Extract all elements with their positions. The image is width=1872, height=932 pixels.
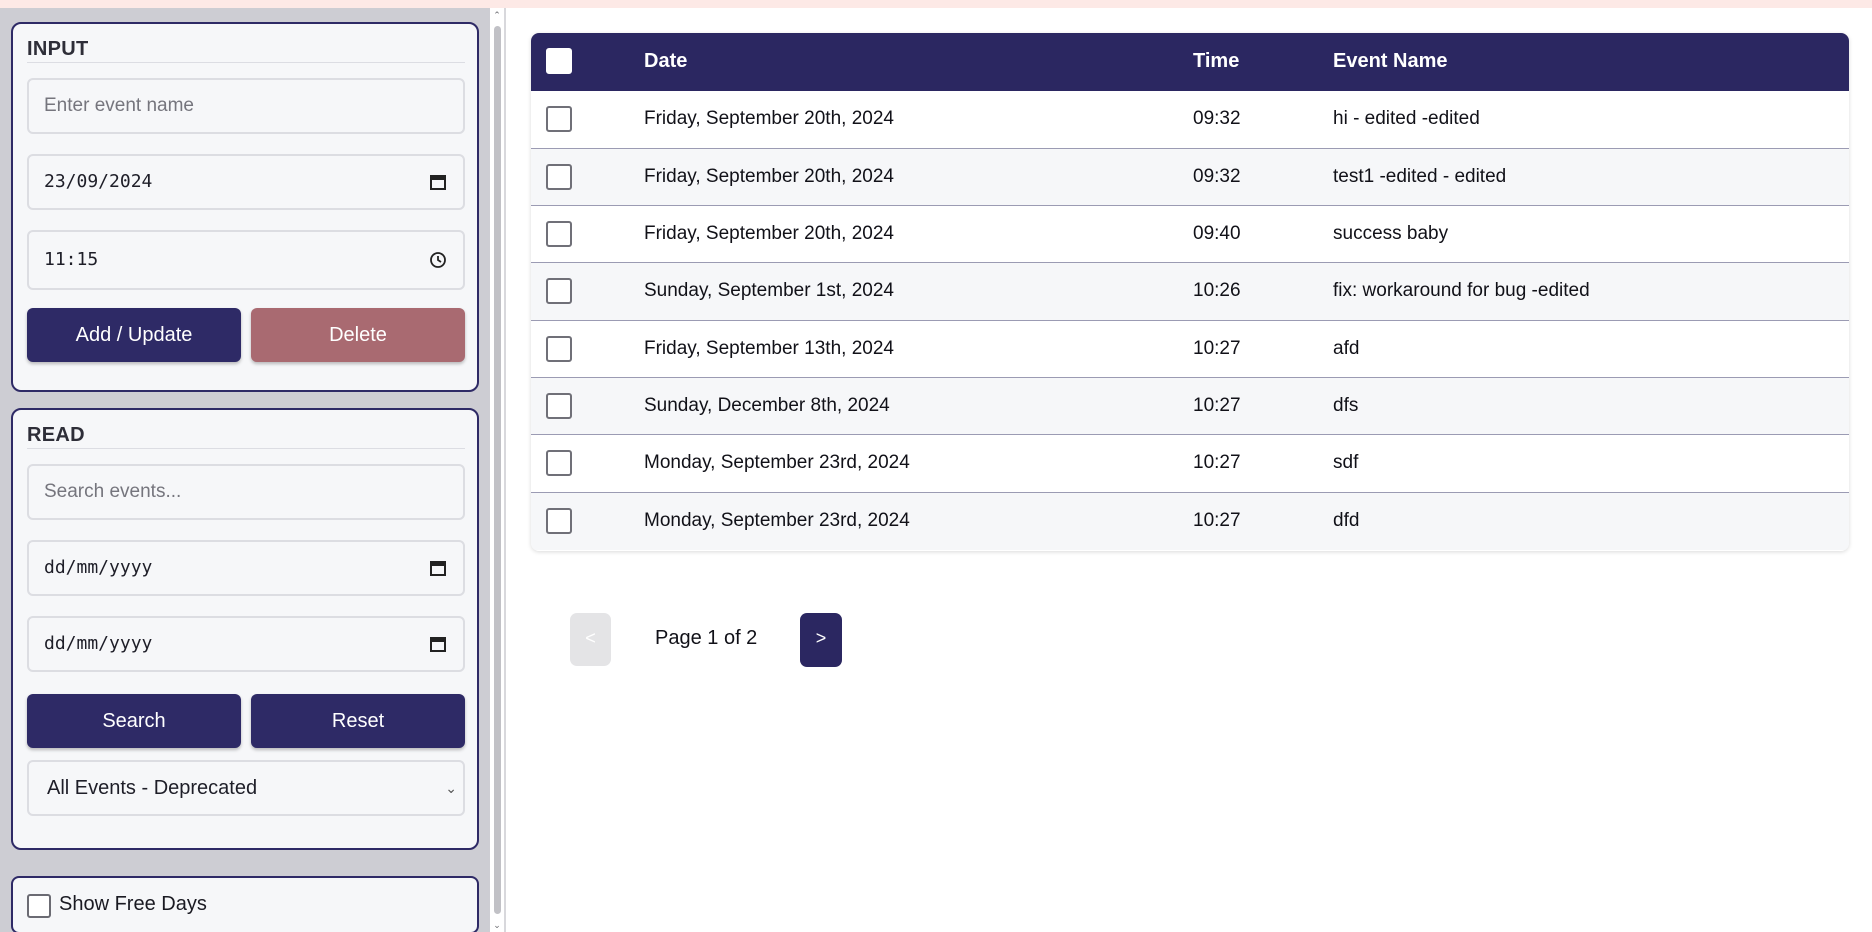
add-update-button[interactable]: Add / Update [27,308,241,362]
table-row[interactable]: Friday, September 20th, 2024 09:40 succe… [531,205,1849,263]
calendar-icon[interactable] [429,173,447,191]
row-event-name: success baby [1333,223,1449,244]
previous-page-button[interactable]: < [570,613,611,666]
row-time: 10:27 [1193,510,1241,531]
column-header-date[interactable]: Date [644,50,687,73]
table-row[interactable]: Monday, September 23rd, 2024 10:27 dfd [531,492,1849,550]
events-table: Date Time Event Name Friday, September 2… [531,33,1849,551]
search-button[interactable]: Search [27,694,241,748]
show-free-days-label: Show Free Days [59,893,207,915]
event-date-value: 23/09/2024 [44,171,153,192]
free-days-panel: Show Free Days [11,876,479,932]
scroll-up-icon[interactable]: ⌃ [492,10,502,20]
scroll-down-icon[interactable]: ⌄ [492,920,502,930]
row-date: Sunday, December 8th, 2024 [644,395,890,416]
row-time: 09:32 [1193,108,1241,129]
select-all-checkbox[interactable] [546,48,572,74]
table-row[interactable]: Sunday, December 8th, 2024 10:27 dfs [531,377,1849,435]
scrollbar-thumb[interactable] [494,26,501,914]
row-event-name: fix: workaround for bug -edited [1333,280,1590,301]
input-panel-title: INPUT [27,38,465,63]
row-event-name: test1 -edited - edited [1333,166,1507,187]
search-input[interactable]: Search events... [27,464,465,520]
page-indicator: Page 1 of 2 [655,627,758,649]
sidebar: INPUT Enter event name 23/09/2024 11:15 … [0,8,490,932]
to-date-input[interactable]: dd/mm/yyyy [27,616,465,672]
from-date-placeholder: dd/mm/yyyy [44,557,153,578]
row-date: Friday, September 13th, 2024 [644,338,894,359]
calendar-icon[interactable] [429,635,447,653]
from-date-input[interactable]: dd/mm/yyyy [27,540,465,596]
to-date-placeholder: dd/mm/yyyy [44,633,153,654]
delete-button[interactable]: Delete [251,308,465,362]
row-event-name: dfs [1333,395,1359,416]
row-time: 09:32 [1193,166,1241,187]
row-event-name: afd [1333,338,1360,359]
row-date: Sunday, September 1st, 2024 [644,280,894,301]
input-panel: INPUT Enter event name 23/09/2024 11:15 … [11,22,479,392]
top-border [0,0,1872,8]
column-header-time[interactable]: Time [1193,50,1239,73]
row-checkbox[interactable] [546,393,572,419]
row-checkbox[interactable] [546,106,572,132]
clock-icon[interactable] [429,251,447,269]
read-panel: READ Search events... dd/mm/yyyy dd/mm/y… [11,408,479,850]
row-date: Friday, September 20th, 2024 [644,108,894,129]
event-time-input[interactable]: 11:15 [27,230,465,290]
row-date: Friday, September 20th, 2024 [644,223,894,244]
show-free-days-checkbox[interactable] [27,894,51,918]
calendar-icon[interactable] [429,559,447,577]
row-checkbox[interactable] [546,221,572,247]
chevron-down-icon: ⌄ [445,780,457,796]
row-date: Monday, September 23rd, 2024 [644,452,910,473]
read-panel-title: READ [27,424,465,449]
row-event-name: hi - edited -edited [1333,108,1480,129]
table-row[interactable]: Monday, September 23rd, 2024 10:27 sdf [531,434,1849,492]
row-checkbox[interactable] [546,278,572,304]
table-row[interactable]: Friday, September 13th, 2024 10:27 afd [531,320,1849,378]
row-time: 10:26 [1193,280,1241,301]
row-time: 10:27 [1193,452,1241,473]
next-page-button[interactable]: > [800,613,842,667]
sidebar-scrollbar[interactable]: ⌃ ⌄ [490,8,506,932]
event-time-value: 11:15 [44,249,99,270]
row-time: 10:27 [1193,395,1241,416]
table-header: Date Time Event Name [531,33,1849,91]
table-row[interactable]: Friday, September 20th, 2024 09:32 test1… [531,148,1849,206]
events-filter-select[interactable]: All Events - Deprecated ⌄ [27,760,465,816]
table-row[interactable]: Sunday, September 1st, 2024 10:26 fix: w… [531,262,1849,320]
row-checkbox[interactable] [546,336,572,362]
event-date-input[interactable]: 23/09/2024 [27,154,465,210]
row-time: 09:40 [1193,223,1241,244]
row-time: 10:27 [1193,338,1241,359]
row-event-name: dfd [1333,510,1360,531]
column-header-event-name[interactable]: Event Name [1333,50,1448,73]
row-date: Friday, September 20th, 2024 [644,166,894,187]
row-checkbox[interactable] [546,450,572,476]
row-event-name: sdf [1333,452,1359,473]
row-date: Monday, September 23rd, 2024 [644,510,910,531]
events-filter-value: All Events - Deprecated [47,777,258,799]
row-checkbox[interactable] [546,164,572,190]
table-row[interactable]: Friday, September 20th, 2024 09:32 hi - … [531,91,1849,148]
event-name-input[interactable]: Enter event name [27,78,465,134]
reset-button[interactable]: Reset [251,694,465,748]
row-checkbox[interactable] [546,508,572,534]
